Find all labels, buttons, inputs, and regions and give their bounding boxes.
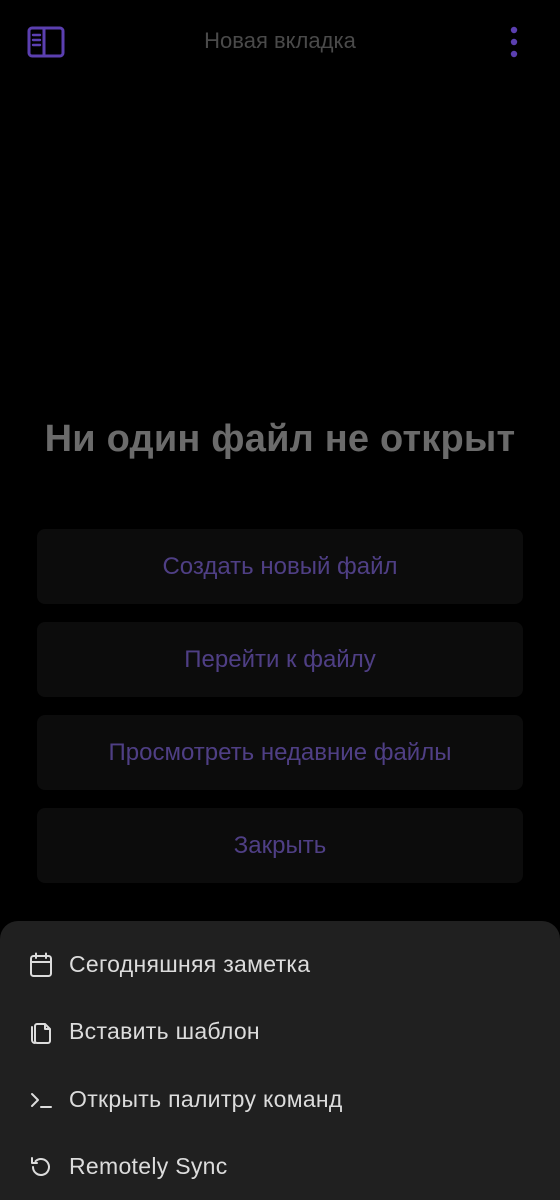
- close-button[interactable]: Закрыть: [37, 808, 523, 883]
- menu-item-label: Сегодняшняя заметка: [69, 951, 311, 977]
- create-new-file-button[interactable]: Создать новый файл: [37, 529, 523, 604]
- menu-item-command-palette[interactable]: Открыть палитру команд: [0, 1066, 560, 1133]
- more-vertical-icon: [510, 26, 518, 58]
- tab-title: Новая вкладка: [204, 28, 356, 53]
- empty-state-actions: Создать новый файл Перейти к файлу Просм…: [37, 529, 523, 901]
- menu-item-daily-note[interactable]: Сегодняшняя заметка: [0, 931, 560, 998]
- empty-state-title: Ни один файл не открыт: [44, 418, 516, 460]
- menu-item-label: Открыть палитру команд: [69, 1086, 343, 1112]
- menu-item-remotely-sync[interactable]: Remotely Sync: [0, 1133, 560, 1200]
- more-options-button[interactable]: [496, 22, 532, 62]
- menu-item-label: Remotely Sync: [69, 1153, 228, 1179]
- files-icon: [28, 1019, 54, 1045]
- terminal-icon: [28, 1087, 54, 1113]
- top-bar: Новая вкладка: [0, 0, 560, 86]
- menu-item-label: Вставить шаблон: [69, 1018, 260, 1044]
- sync-icon: [28, 1154, 54, 1180]
- screen: Новая вкладка Ни один файл не открыт Соз…: [0, 0, 560, 1200]
- calendar-icon: [28, 952, 54, 978]
- menu-item-insert-template[interactable]: Вставить шаблон: [0, 998, 560, 1065]
- bottom-sheet-menu: Сегодняшняя заметка Вставить шаблон Откр…: [0, 921, 560, 1200]
- view-recent-files-button[interactable]: Просмотреть недавние файлы: [37, 715, 523, 790]
- go-to-file-button[interactable]: Перейти к файлу: [37, 622, 523, 697]
